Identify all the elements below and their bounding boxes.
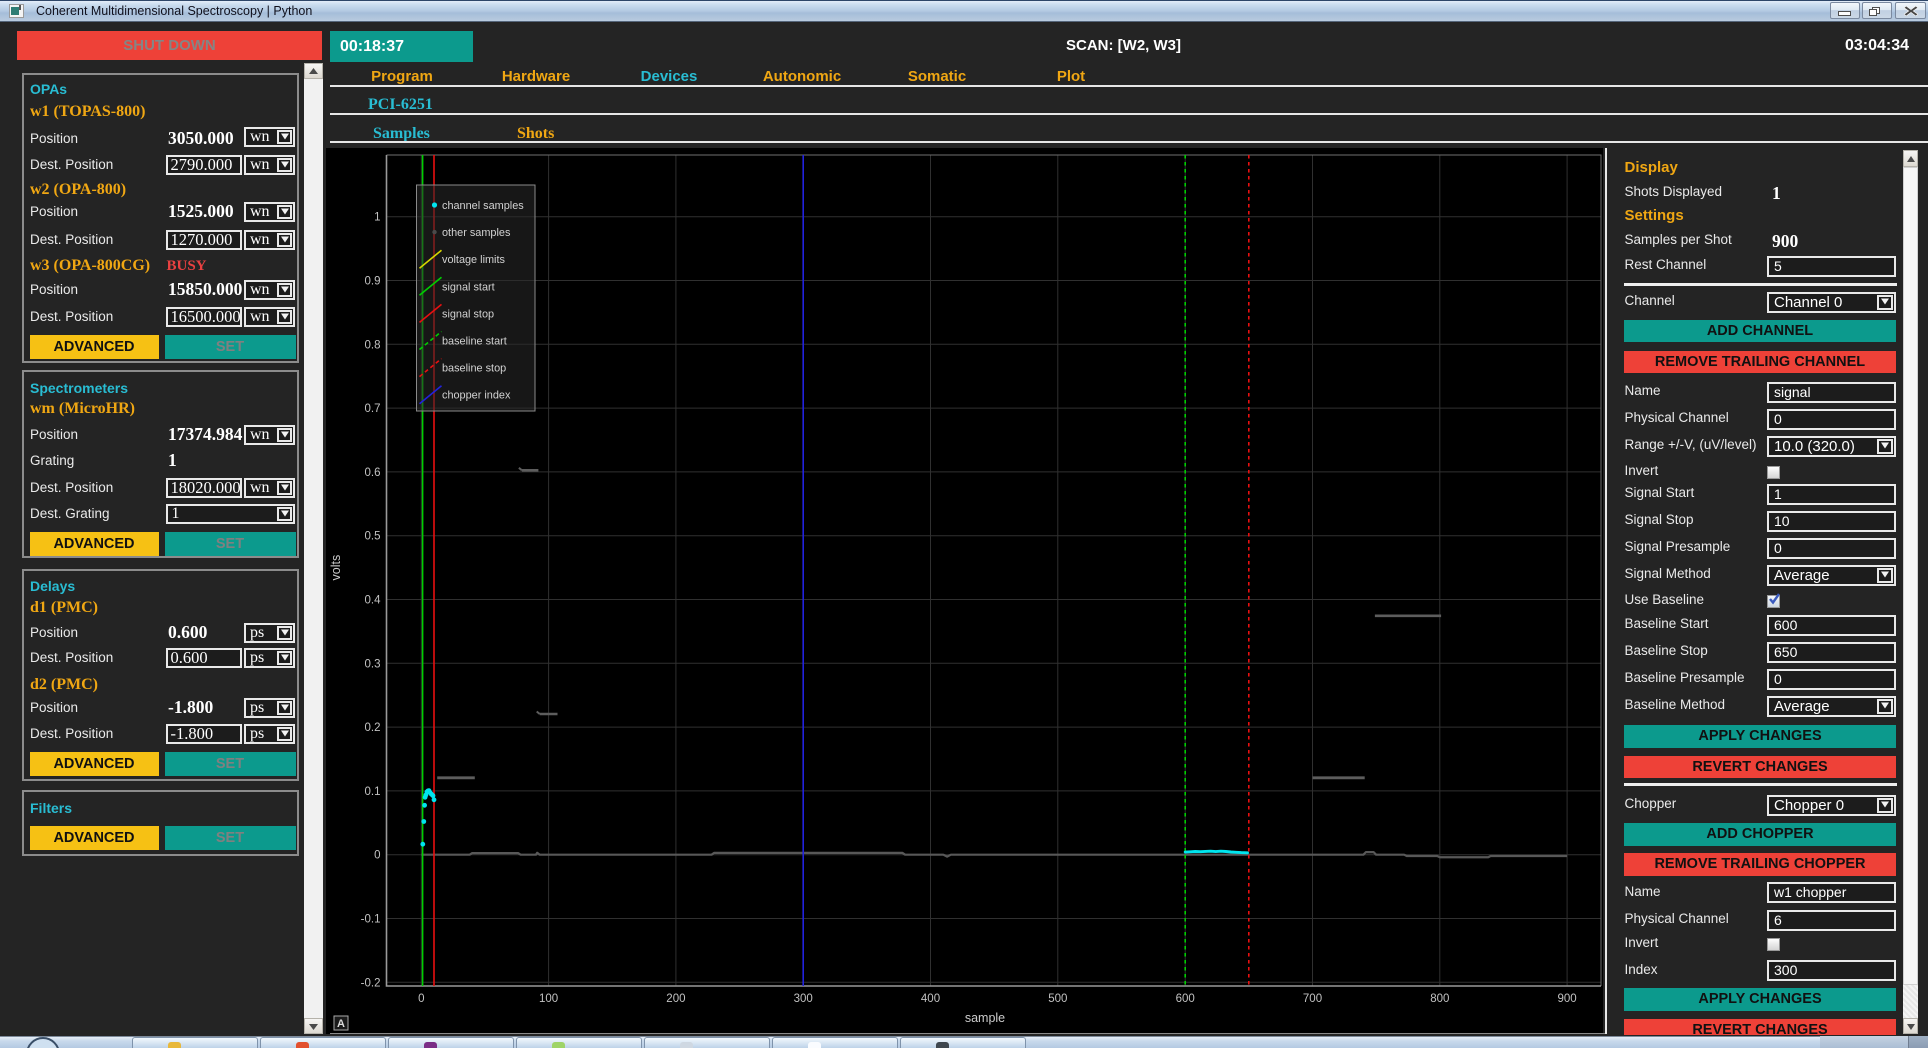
svg-text:1: 1 [374,212,380,224]
svg-text:200: 200 [666,993,685,1005]
svg-text:600: 600 [1176,993,1195,1005]
svg-text:chopper index: chopper index [442,390,511,402]
svg-text:volts: volts [329,555,343,581]
svg-text:100: 100 [539,993,558,1005]
svg-text:sample: sample [965,1011,1005,1025]
svg-text:0.9: 0.9 [365,276,381,288]
svg-text:0.5: 0.5 [365,531,381,543]
svg-text:400: 400 [921,993,940,1005]
svg-text:0.6: 0.6 [365,467,381,479]
svg-text:channel samples: channel samples [442,200,524,212]
svg-text:0: 0 [418,993,424,1005]
svg-text:0: 0 [374,850,380,862]
svg-text:other samples: other samples [442,227,511,239]
svg-text:-0.2: -0.2 [361,977,381,989]
svg-text:0.8: 0.8 [365,339,381,351]
svg-text:900: 900 [1558,993,1577,1005]
svg-text:0.2: 0.2 [365,722,381,734]
svg-text:A: A [337,1018,345,1030]
svg-text:500: 500 [1048,993,1067,1005]
svg-text:0.3: 0.3 [365,658,381,670]
svg-text:700: 700 [1303,993,1322,1005]
svg-text:800: 800 [1430,993,1449,1005]
svg-text:0.4: 0.4 [365,595,382,607]
svg-text:baseline stop: baseline stop [442,363,506,375]
svg-text:300: 300 [794,993,813,1005]
svg-text:-0.1: -0.1 [361,914,381,926]
svg-text:signal stop: signal stop [442,308,494,320]
svg-text:0.1: 0.1 [365,786,381,798]
svg-text:signal start: signal start [442,281,495,293]
svg-text:0.7: 0.7 [365,403,381,415]
svg-text:baseline start: baseline start [442,336,507,348]
svg-text:voltage limits: voltage limits [442,254,506,266]
